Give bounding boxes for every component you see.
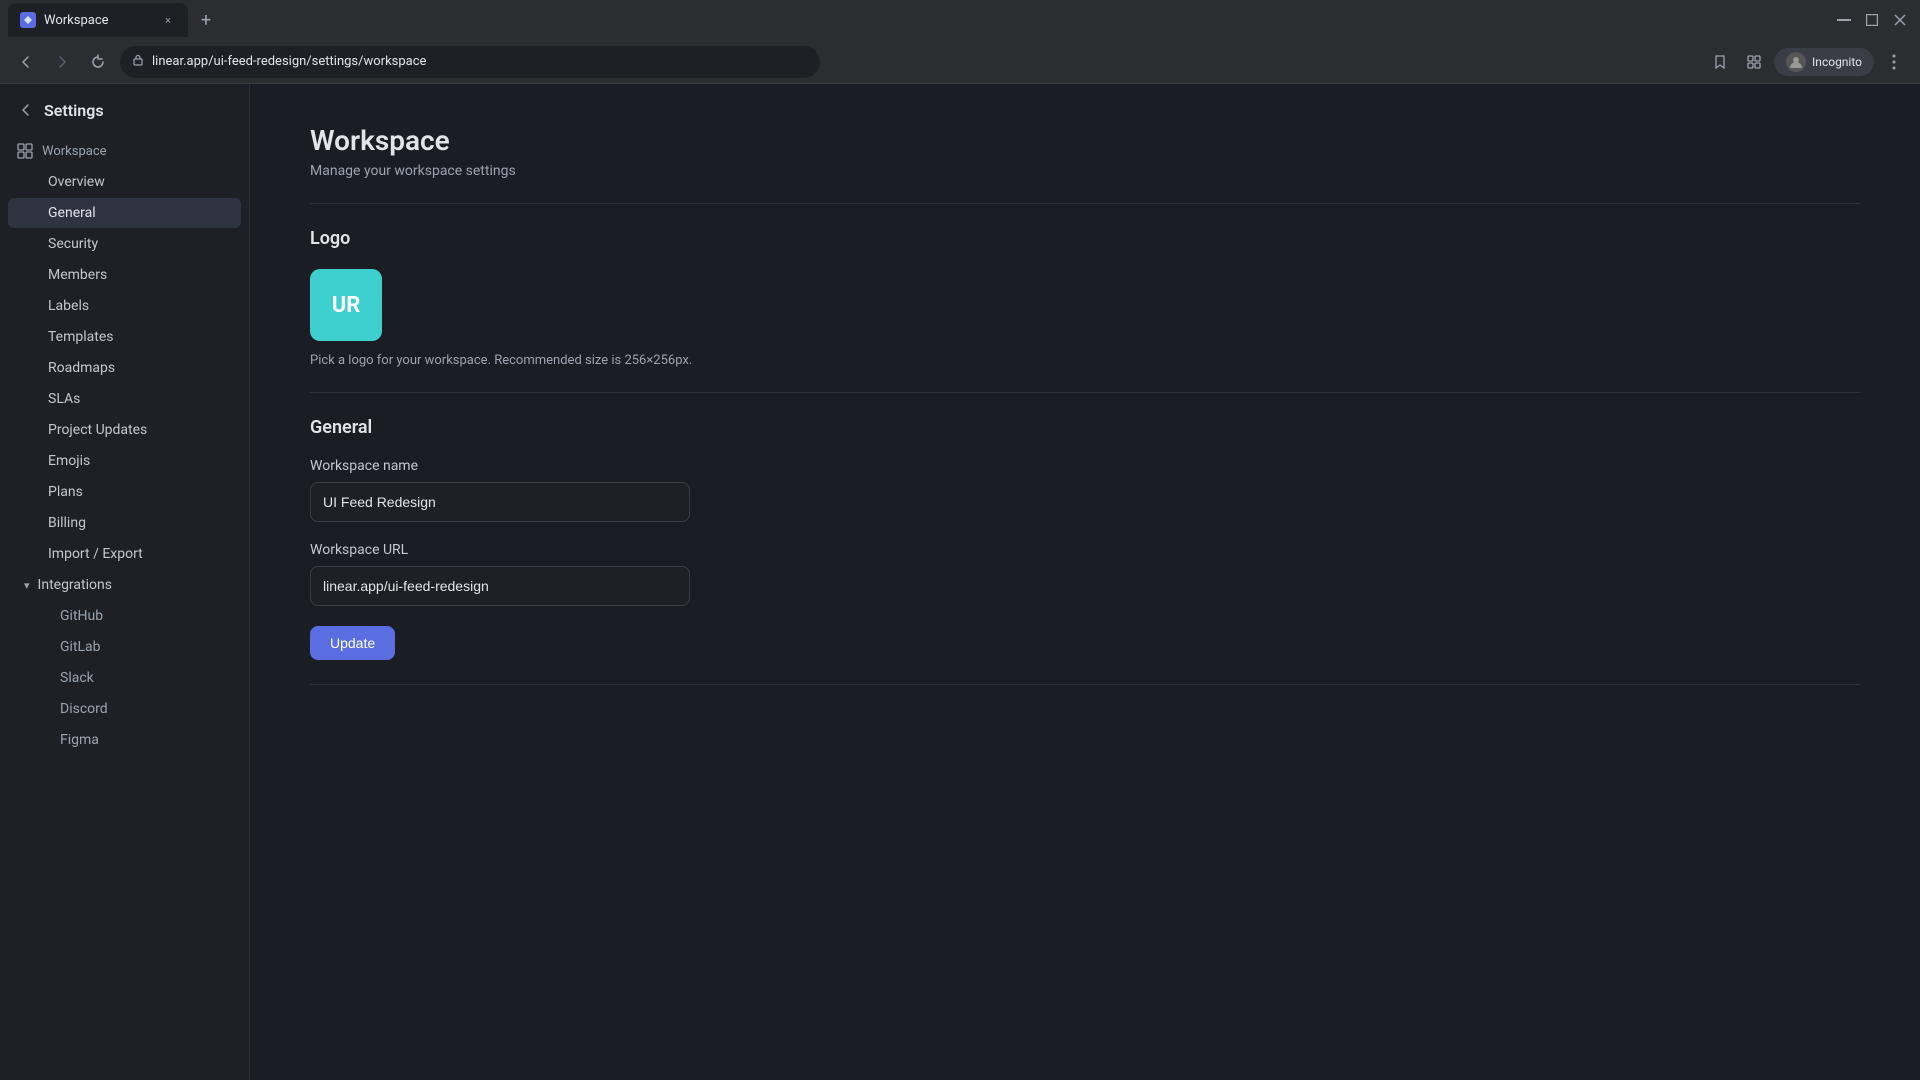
settings-title: Settings bbox=[44, 101, 104, 120]
sidebar-item-roadmaps[interactable]: Roadmaps bbox=[8, 353, 241, 383]
sidebar-item-billing[interactable]: Billing bbox=[8, 508, 241, 538]
header-divider bbox=[310, 203, 1860, 204]
workspace-section-label: Workspace bbox=[42, 144, 107, 159]
general-section-title: General bbox=[310, 417, 1860, 438]
sidebar-item-plans[interactable]: Plans bbox=[8, 477, 241, 507]
workspace-url-label: Workspace URL bbox=[310, 542, 1860, 558]
page-subtitle: Manage your workspace settings bbox=[310, 163, 1860, 179]
sidebar: Settings Workspace Overview General bbox=[0, 84, 250, 1080]
sidebar-item-import-export[interactable]: Import / Export bbox=[8, 539, 241, 569]
sidebar-item-members[interactable]: Members bbox=[8, 260, 241, 290]
maximize-button[interactable] bbox=[1860, 8, 1884, 32]
browser-toolbar: linear.app/ui-feed-redesign/settings/wor… bbox=[0, 40, 1920, 84]
sidebar-item-overview[interactable]: Overview bbox=[8, 167, 241, 197]
sidebar-integrations-header[interactable]: ▾ Integrations bbox=[8, 570, 241, 600]
incognito-avatar-icon bbox=[1786, 52, 1806, 72]
browser-chrome: Workspace × + bbox=[0, 0, 1920, 84]
sidebar-item-emojis[interactable]: Emojis bbox=[8, 446, 241, 476]
app-layout: Settings Workspace Overview General bbox=[0, 84, 1920, 1080]
sidebar-item-security[interactable]: Security bbox=[8, 229, 241, 259]
logo-divider bbox=[310, 392, 1860, 393]
incognito-button[interactable]: Incognito bbox=[1774, 48, 1874, 76]
workspace-section: Workspace Overview General Security Memb… bbox=[0, 128, 249, 764]
browser-titlebar: Workspace × + bbox=[0, 0, 1920, 40]
sidebar-item-slas[interactable]: SLAs bbox=[8, 384, 241, 414]
general-divider bbox=[310, 684, 1860, 685]
logo-preview[interactable]: UR bbox=[310, 269, 382, 341]
workspace-url-group: Workspace URL bbox=[310, 542, 1860, 606]
incognito-label: Incognito bbox=[1812, 55, 1862, 69]
page-title: Workspace bbox=[310, 124, 1860, 157]
tab-title: Workspace bbox=[44, 13, 152, 28]
sidebar-item-labels[interactable]: Labels bbox=[8, 291, 241, 321]
forward-nav-button[interactable] bbox=[48, 48, 76, 76]
reload-button[interactable] bbox=[84, 48, 112, 76]
integrations-label: Integrations bbox=[38, 577, 112, 593]
logo-section: Logo UR Pick a logo for your workspace. … bbox=[310, 228, 1860, 368]
update-button[interactable]: Update bbox=[310, 626, 395, 660]
close-button[interactable] bbox=[1888, 8, 1912, 32]
sidebar-item-gitlab[interactable]: GitLab bbox=[8, 632, 241, 662]
logo-section-title: Logo bbox=[310, 228, 1860, 249]
url-display: linear.app/ui-feed-redesign/settings/wor… bbox=[152, 54, 426, 69]
workspace-name-input[interactable] bbox=[310, 482, 690, 522]
integrations-chevron-icon: ▾ bbox=[24, 579, 30, 592]
lock-icon bbox=[132, 54, 144, 69]
main-content: Workspace Manage your workspace settings… bbox=[250, 84, 1920, 1080]
general-section: General Workspace name Workspace URL Upd… bbox=[310, 417, 1860, 660]
workspace-icon bbox=[16, 142, 34, 160]
sidebar-item-figma[interactable]: Figma bbox=[8, 725, 241, 755]
workspace-name-group: Workspace name bbox=[310, 458, 1860, 522]
logo-hint: Pick a logo for your workspace. Recommen… bbox=[310, 353, 1860, 368]
sidebar-item-slack[interactable]: Slack bbox=[8, 663, 241, 693]
sidebar-item-templates[interactable]: Templates bbox=[8, 322, 241, 352]
minimize-button[interactable] bbox=[1832, 8, 1856, 32]
window-controls bbox=[1832, 8, 1912, 32]
browser-tab[interactable]: Workspace × bbox=[8, 3, 188, 37]
sidebar-item-project-updates[interactable]: Project Updates bbox=[8, 415, 241, 445]
menu-button[interactable] bbox=[1880, 48, 1908, 76]
bookmark-icon[interactable] bbox=[1706, 48, 1734, 76]
back-nav-button[interactable] bbox=[12, 48, 40, 76]
address-bar[interactable]: linear.app/ui-feed-redesign/settings/wor… bbox=[120, 46, 820, 78]
workspace-url-input[interactable] bbox=[310, 566, 690, 606]
page-header: Workspace Manage your workspace settings bbox=[310, 124, 1860, 179]
tab-favicon bbox=[20, 12, 36, 28]
sidebar-header: Settings bbox=[0, 84, 249, 128]
workspace-section-header: Workspace bbox=[0, 136, 249, 166]
new-tab-button[interactable]: + bbox=[192, 6, 220, 34]
extensions-icon[interactable] bbox=[1740, 48, 1768, 76]
sidebar-back-button[interactable] bbox=[16, 100, 36, 120]
workspace-name-label: Workspace name bbox=[310, 458, 1860, 474]
sidebar-item-github[interactable]: GitHub bbox=[8, 601, 241, 631]
sidebar-item-discord[interactable]: Discord bbox=[8, 694, 241, 724]
sidebar-item-general[interactable]: General bbox=[8, 198, 241, 228]
tab-close-button[interactable]: × bbox=[160, 12, 176, 28]
toolbar-right: Incognito bbox=[1706, 48, 1908, 76]
